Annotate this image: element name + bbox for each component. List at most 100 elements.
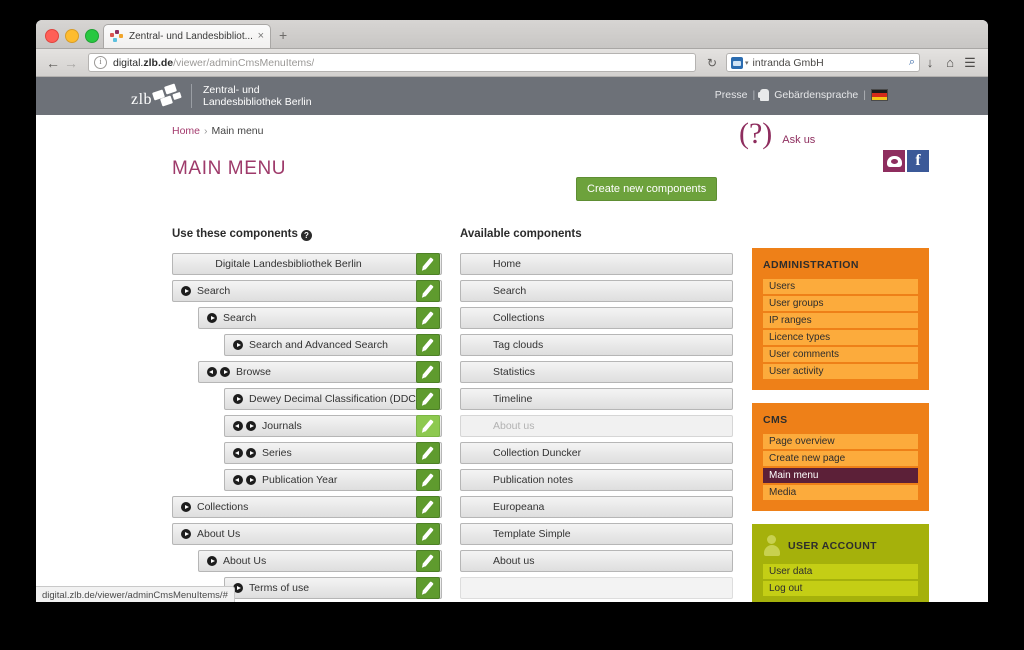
used-component-row[interactable]: Publication Year (224, 469, 442, 491)
move-right-icon[interactable] (207, 313, 217, 323)
used-component-row[interactable]: Search and Advanced Search (224, 334, 442, 356)
sidebar-item-users[interactable]: Users (763, 279, 918, 294)
site-info-icon[interactable]: i (94, 56, 107, 69)
sidebar-item-create-new-page[interactable]: Create new page (763, 451, 918, 466)
chevron-down-icon[interactable]: ▾ (745, 59, 749, 67)
sidebar-item-media[interactable]: Media (763, 485, 918, 500)
used-component-row[interactable]: Search (172, 280, 442, 302)
edit-component-button[interactable] (416, 307, 440, 329)
sidebar-item-main-menu[interactable]: Main menu (763, 468, 918, 483)
window-minimize-button[interactable] (65, 29, 79, 43)
available-component-item[interactable]: Statistics (460, 361, 733, 383)
menu-icon[interactable]: ☰ (960, 55, 980, 71)
used-component-row[interactable]: Digitale Landesbibliothek Berlin (172, 253, 442, 275)
edit-component-button[interactable] (416, 334, 440, 356)
available-component-item[interactable]: Publication notes (460, 469, 733, 491)
site-logo[interactable]: zlb Zentral- und Landesbibliothek Berlin (131, 83, 312, 109)
move-right-icon[interactable] (233, 394, 243, 404)
phone-button[interactable] (883, 150, 905, 172)
used-component-row[interactable]: Search (198, 307, 442, 329)
window-maximize-button[interactable] (85, 29, 99, 43)
available-component-item[interactable]: Collections (460, 307, 733, 329)
site-name: Zentral- und Landesbibliothek Berlin (203, 84, 312, 109)
move-left-icon[interactable] (207, 367, 217, 377)
address-bar[interactable]: i digital.zlb.de/viewer/adminCmsMenuItem… (88, 53, 696, 72)
available-component-item[interactable]: Tag clouds (460, 334, 733, 356)
sidebar-item-log-out[interactable]: Log out (763, 581, 918, 596)
edit-component-button[interactable] (416, 253, 440, 275)
tab-close-icon[interactable]: × (258, 31, 264, 42)
used-component-row[interactable]: Journals (224, 415, 442, 437)
move-right-icon[interactable] (233, 340, 243, 350)
presse-link[interactable]: Presse (715, 89, 748, 101)
help-icon[interactable]: ? (300, 230, 312, 241)
search-bar[interactable]: ▾ intranda GmbH ⌕ (726, 53, 920, 72)
edit-component-button[interactable] (416, 496, 440, 518)
available-component-item[interactable]: Search (460, 280, 733, 302)
move-right-icon[interactable] (246, 421, 256, 431)
edit-component-button[interactable] (416, 550, 440, 572)
sidebar-item-user-comments[interactable]: User comments (763, 347, 918, 362)
move-right-icon[interactable] (181, 502, 191, 512)
search-icon[interactable]: ⌕ (909, 56, 915, 69)
available-component-item[interactable]: About us (460, 550, 733, 572)
used-component-row[interactable]: Collections (172, 496, 442, 518)
edit-component-button[interactable] (416, 361, 440, 383)
downloads-icon[interactable]: ↓ (920, 55, 940, 70)
forward-button[interactable]: → (62, 56, 80, 70)
used-component-row[interactable]: Terms of use (224, 577, 442, 599)
new-tab-button[interactable]: + (279, 28, 287, 42)
edit-component-button[interactable] (416, 442, 440, 464)
browser-window: Zentral- und Landesbibliot... × + ← → i … (36, 20, 988, 602)
breadcrumb-home[interactable]: Home (172, 125, 200, 137)
available-component-item[interactable]: Home (460, 253, 733, 275)
home-icon[interactable]: ⌂ (940, 55, 960, 70)
move-left-icon[interactable] (233, 475, 243, 485)
move-right-icon[interactable] (246, 475, 256, 485)
reload-button[interactable]: ↻ (702, 56, 722, 70)
create-new-components-button[interactable]: Create new components (576, 177, 718, 201)
edit-component-button[interactable] (416, 415, 440, 437)
german-flag-icon[interactable] (871, 89, 888, 101)
window-close-button[interactable] (45, 29, 59, 43)
separator-2: | (863, 89, 866, 101)
sidebar-item-label: Page overview (769, 436, 835, 447)
edit-component-button[interactable] (416, 523, 440, 545)
move-right-icon[interactable] (181, 286, 191, 296)
move-right-icon[interactable] (207, 556, 217, 566)
sidebar-item-page-overview[interactable]: Page overview (763, 434, 918, 449)
sidebar-item-ip-ranges[interactable]: IP ranges (763, 313, 918, 328)
used-component-row[interactable]: Series (224, 442, 442, 464)
sidebar-item-licence-types[interactable]: Licence types (763, 330, 918, 345)
used-component-row[interactable]: Dewey Decimal Classification (DDC) (224, 388, 442, 410)
search-engine-icon[interactable] (731, 56, 743, 69)
browser-tab[interactable]: Zentral- und Landesbibliot... × (103, 24, 271, 48)
ask-us-row[interactable]: (?) Ask us (739, 119, 929, 149)
move-left-icon[interactable] (233, 448, 243, 458)
available-component-item[interactable]: Template Simple (460, 523, 733, 545)
available-component-item[interactable]: Collection Duncker (460, 442, 733, 464)
available-component-item[interactable]: Europeana (460, 496, 733, 518)
move-right-icon[interactable] (220, 367, 230, 377)
used-component-row[interactable]: About Us (198, 550, 442, 572)
edit-component-button[interactable] (416, 469, 440, 491)
available-component-item[interactable] (460, 577, 733, 599)
move-right-icon[interactable] (181, 529, 191, 539)
facebook-button[interactable]: f (907, 150, 929, 172)
available-component-label: Europeana (493, 501, 545, 513)
back-button[interactable]: ← (44, 56, 62, 70)
sign-language-link[interactable]: Gebärdensprache (774, 89, 858, 101)
sidebar-item-user-groups[interactable]: User groups (763, 296, 918, 311)
move-left-icon[interactable] (233, 421, 243, 431)
social-links: f (883, 150, 929, 172)
sidebar-item-user-data[interactable]: User data (763, 564, 918, 579)
panel-header: USER ACCOUNT (763, 535, 918, 556)
edit-component-button[interactable] (416, 280, 440, 302)
edit-component-button[interactable] (416, 577, 440, 599)
available-component-item[interactable]: Timeline (460, 388, 733, 410)
move-right-icon[interactable] (246, 448, 256, 458)
sidebar-item-user-activity[interactable]: User activity (763, 364, 918, 379)
used-component-row[interactable]: About Us (172, 523, 442, 545)
edit-component-button[interactable] (416, 388, 440, 410)
used-component-row[interactable]: Browse (198, 361, 442, 383)
